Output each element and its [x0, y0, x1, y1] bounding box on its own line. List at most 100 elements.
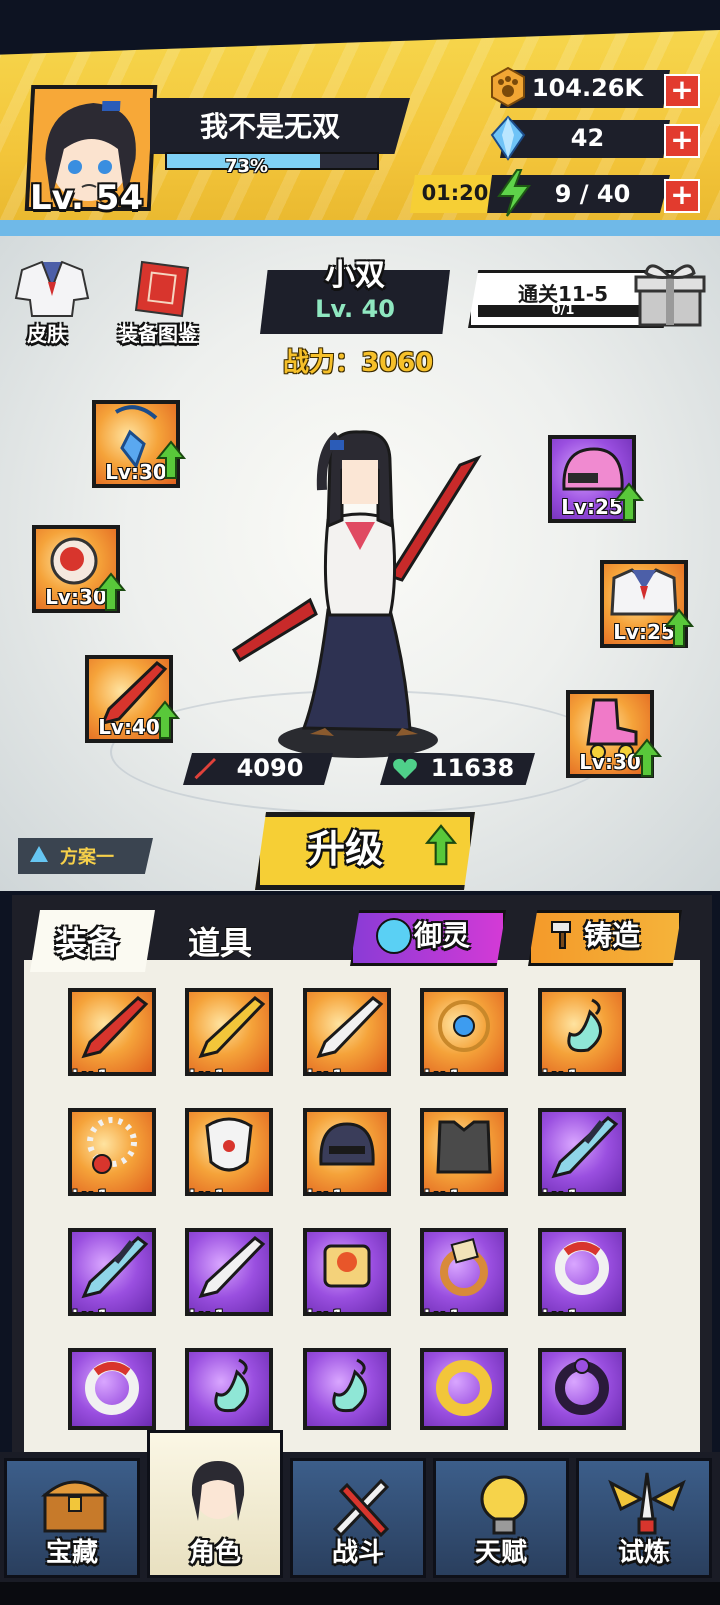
crossed-swords-icon	[332, 1478, 390, 1538]
paw-coin-icon	[488, 66, 528, 108]
inventory-item-level: Lv.1	[307, 1186, 344, 1196]
nav-item-3[interactable]: 天赋	[433, 1458, 569, 1578]
scheme-label: 方案一	[60, 847, 114, 868]
upgrade-arrow-icon	[155, 440, 187, 484]
gift-box-icon[interactable]	[630, 255, 710, 330]
hammer-icon	[548, 918, 578, 950]
inventory-item[interactable]: Lv.1	[68, 1228, 156, 1316]
upgrade-arrow-icon	[613, 482, 645, 526]
inventory-item[interactable]: Lv.1	[185, 1228, 273, 1316]
nav-item-4[interactable]: 试炼	[576, 1458, 712, 1578]
codex-label: 装备图鉴	[118, 322, 198, 346]
nav-label: 战斗	[331, 1538, 384, 1568]
winged-sword-icon	[608, 1472, 686, 1535]
uniform-icon	[14, 260, 90, 317]
quest-progress-count: 0/1	[551, 303, 575, 318]
golden-blade-icon	[198, 996, 266, 1059]
inventory-item[interactable]: Lv.1	[185, 1108, 273, 1196]
gem-amount: 42	[570, 124, 605, 152]
inventory-item[interactable]: Lv.1	[420, 1228, 508, 1316]
add-coins-button[interactable]: +	[664, 74, 700, 108]
inventory-item[interactable]: Lv.1	[68, 988, 156, 1076]
coin-amount: 104.26K	[531, 74, 644, 102]
blue-gem-necklace-icon	[438, 1000, 490, 1052]
gold-ring-icon	[436, 1360, 492, 1416]
upgrade-arrow-icon	[95, 572, 127, 616]
system-bar	[0, 1582, 720, 1605]
upgrade-arrow-icon	[149, 700, 181, 744]
inventory-item[interactable]: Lv.1	[420, 1108, 508, 1196]
scroll-icon	[323, 1244, 371, 1288]
xp-bar	[165, 152, 379, 170]
inventory-item-level: Lv.1	[72, 1186, 109, 1196]
dark-blade-icon	[81, 1236, 149, 1299]
upgrade-arrow-icon	[424, 822, 458, 872]
armor-vest-icon	[436, 1120, 492, 1174]
white-mask-icon	[205, 1117, 253, 1172]
red-book-icon	[134, 260, 190, 318]
red-ring-icon	[555, 1241, 609, 1295]
blue-gem-icon	[488, 115, 528, 161]
white-sword-icon	[198, 1236, 266, 1299]
inventory-item-level: Lv.1	[424, 1186, 461, 1196]
inventory-item[interactable]	[185, 1348, 273, 1430]
player-level: Lv. 54	[30, 178, 144, 218]
nav-label: 试炼	[617, 1538, 670, 1568]
nav-item-2[interactable]: 战斗	[290, 1458, 426, 1578]
inventory-item[interactable]: Lv.1	[538, 1228, 626, 1316]
jade-pendant-icon	[214, 1358, 249, 1413]
combat-power: 战力：3060	[283, 348, 434, 378]
character-portrait-icon	[191, 1461, 245, 1521]
xp-percent: 73%	[225, 156, 269, 177]
inventory-item[interactable]: Lv.1	[303, 988, 391, 1076]
skin-button[interactable]: 皮肤	[12, 258, 92, 346]
inventory-item-level: Lv.1	[542, 1066, 579, 1076]
inventory-item-level: Lv.1	[189, 1306, 226, 1316]
energy-timer: 01:20	[421, 181, 489, 205]
inventory-item-level: Lv.1	[72, 1066, 109, 1076]
tab-items[interactable]: 道具	[188, 918, 252, 964]
attack-value: 4090	[236, 754, 304, 782]
inventory-item-level: Lv.1	[307, 1066, 344, 1076]
nav-item-0[interactable]: 宝藏	[4, 1458, 140, 1578]
inventory-item-level: Lv.1	[424, 1066, 461, 1076]
lightning-icon	[495, 168, 533, 218]
tab-equipment-label: 装备	[55, 924, 120, 962]
inventory-item-level: Lv.1	[189, 1186, 226, 1196]
inventory-item[interactable]: Lv.1	[68, 1108, 156, 1196]
inventory-item[interactable]	[303, 1348, 391, 1430]
inventory-item[interactable]: Lv.1	[420, 988, 508, 1076]
dark-blade-icon	[551, 1116, 619, 1179]
inventory-item[interactable]: Lv.1	[303, 1108, 391, 1196]
nav-label: 角色	[188, 1538, 241, 1568]
skin-label: 皮肤	[27, 322, 67, 346]
inventory-item-level: Lv.1	[189, 1066, 226, 1076]
codex-button[interactable]: 装备图鉴	[118, 258, 218, 346]
inventory-item-level: Lv.1	[72, 1306, 109, 1316]
nav-label: 天赋	[474, 1538, 527, 1568]
inventory-item[interactable]	[420, 1348, 508, 1430]
upgrade-arrow-icon	[631, 738, 663, 782]
player-name: 我不是无双	[199, 110, 340, 143]
red-sword-icon	[81, 996, 149, 1059]
add-energy-button[interactable]: +	[664, 179, 700, 213]
spirit-icon	[376, 918, 412, 954]
inventory-item[interactable]	[68, 1348, 156, 1430]
inventory-item[interactable]: Lv.1	[538, 988, 626, 1076]
nav-item-1[interactable]: 角色	[147, 1430, 283, 1578]
inventory-item[interactable]: Lv.1	[538, 1108, 626, 1196]
inventory-item[interactable]: Lv.1	[303, 1228, 391, 1316]
inventory-item[interactable]: Lv.1	[185, 988, 273, 1076]
triangle-up-icon	[30, 846, 48, 862]
ring-icon	[440, 1238, 488, 1296]
inventory-item[interactable]	[538, 1348, 626, 1430]
energy-amount: 9 / 40	[554, 180, 631, 208]
dark-ring-icon	[555, 1358, 609, 1415]
helmet-icon	[319, 1122, 375, 1166]
add-gems-button[interactable]: +	[664, 124, 700, 158]
treasure-chest-icon	[40, 1480, 110, 1533]
upgrade-arrow-icon	[663, 608, 695, 652]
inventory-item-level: Lv.1	[542, 1306, 579, 1316]
forge-label: 铸造	[584, 919, 641, 952]
inventory-item-level: Lv.1	[307, 1306, 344, 1316]
